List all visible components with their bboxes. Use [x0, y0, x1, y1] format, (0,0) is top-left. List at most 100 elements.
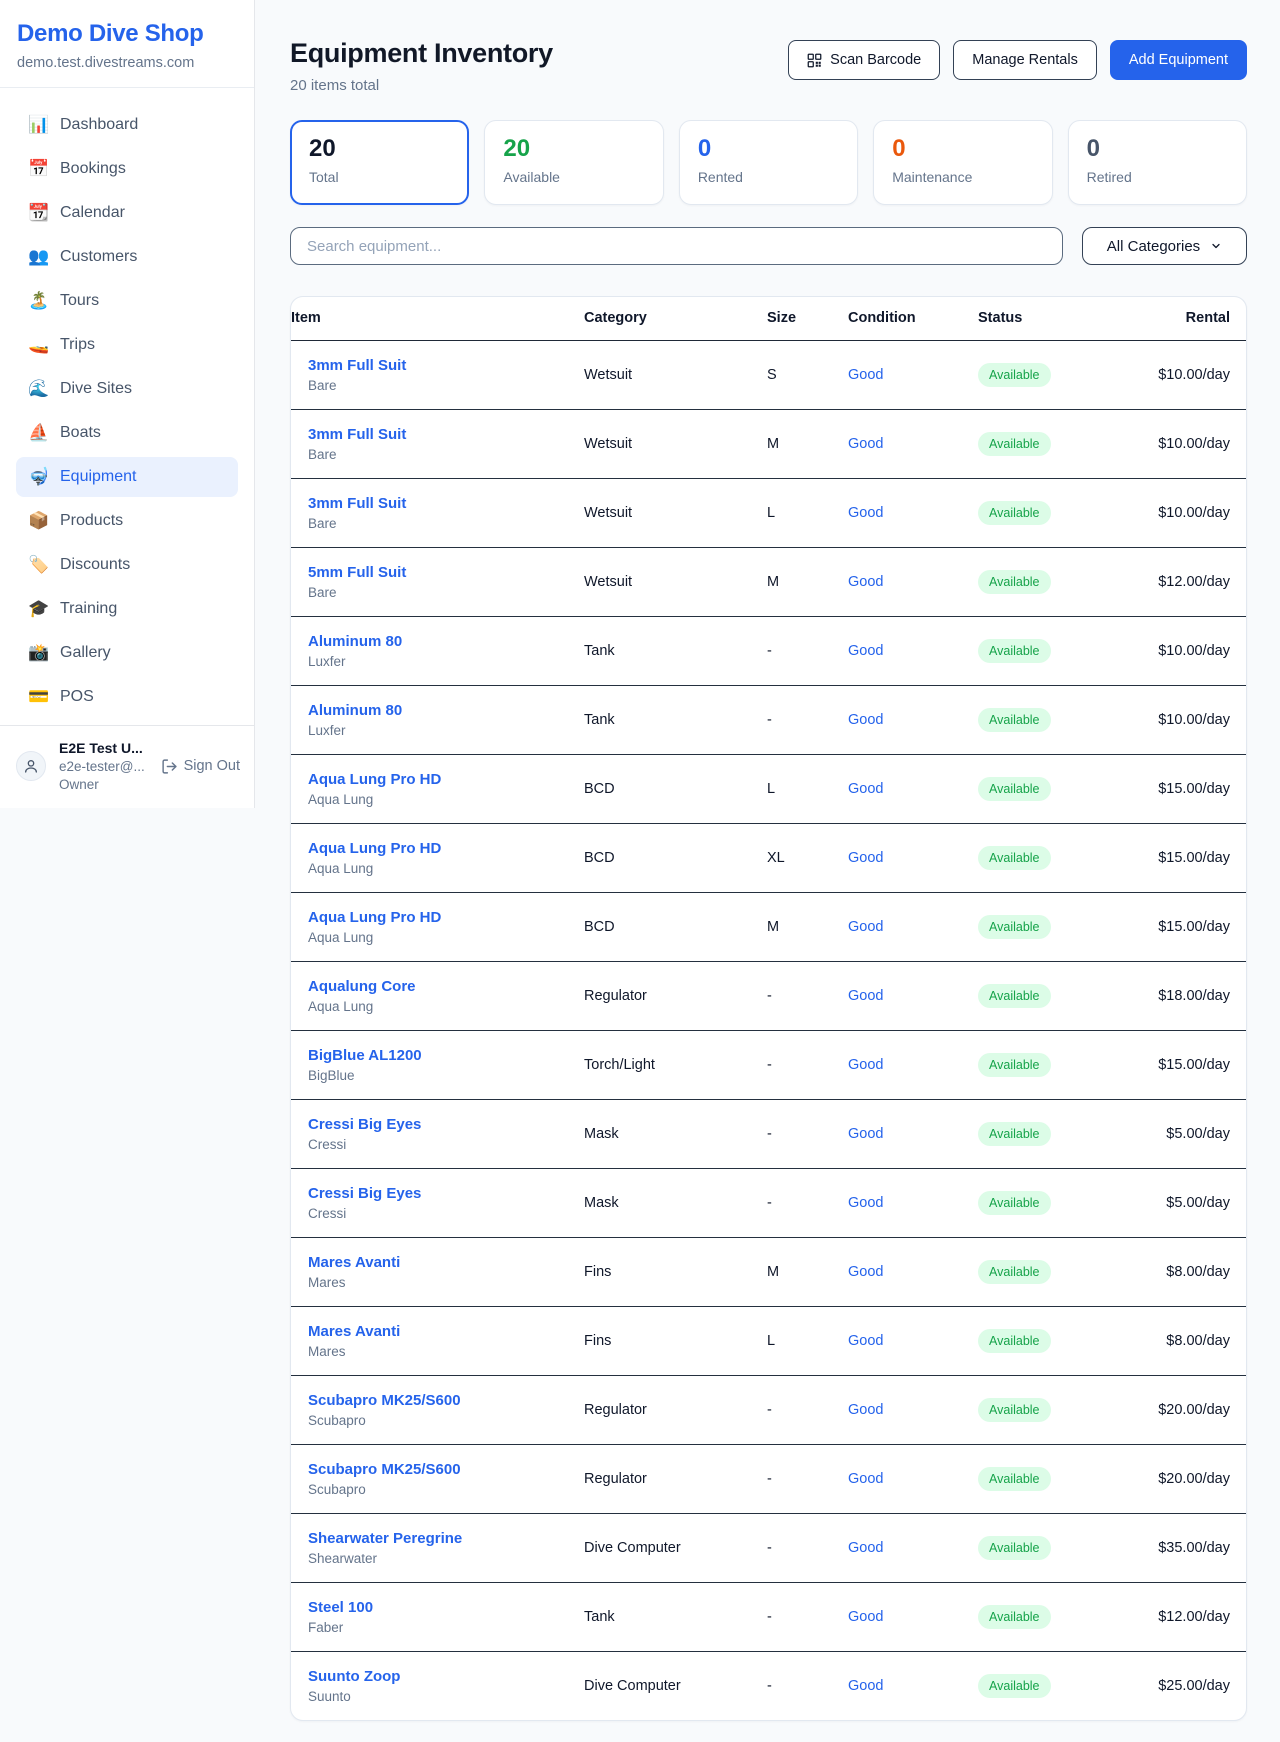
- sidebar-item-tours[interactable]: 🏝️ Tours: [16, 281, 238, 321]
- table-row-mares-avanti[interactable]: Mares Avanti Mares Fins M Good Available…: [291, 1237, 1246, 1306]
- sidebar-item-dive-sites[interactable]: 🌊 Dive Sites: [16, 369, 238, 409]
- condition-link[interactable]: Good: [848, 1333, 883, 1349]
- sidebar-item-calendar[interactable]: 📆 Calendar: [16, 193, 238, 233]
- sidebar: Demo Dive Shop demo.test.divestreams.com…: [0, 0, 255, 808]
- stat-card-total[interactable]: 20 Total: [290, 120, 469, 205]
- table-row-aqua-lung-pro-hd[interactable]: Aqua Lung Pro HD Aqua Lung BCD M Good Av…: [291, 892, 1246, 961]
- table-row-aqualung-core[interactable]: Aqualung Core Aqua Lung Regulator - Good…: [291, 961, 1246, 1030]
- table-row-suunto-zoop[interactable]: Suunto Zoop Suunto Dive Computer - Good …: [291, 1651, 1246, 1720]
- sidebar-item-boats[interactable]: ⛵ Boats: [16, 413, 238, 453]
- table-row-aqua-lung-pro-hd[interactable]: Aqua Lung Pro HD Aqua Lung BCD XL Good A…: [291, 823, 1246, 892]
- table-row-aluminum-80[interactable]: Aluminum 80 Luxfer Tank - Good Available…: [291, 685, 1246, 754]
- stat-card-rented[interactable]: 0 Rented: [679, 120, 858, 205]
- condition-link[interactable]: Good: [848, 1678, 883, 1694]
- nav-item-label: Products: [60, 512, 123, 530]
- item-name-link[interactable]: Mares Avanti: [308, 1323, 584, 1340]
- rental-price: $20.00/day: [1158, 1402, 1230, 1418]
- condition-link[interactable]: Good: [848, 1402, 883, 1418]
- stat-label: Rented: [698, 169, 839, 185]
- item-name-link[interactable]: 3mm Full Suit: [308, 426, 584, 443]
- stat-card-retired[interactable]: 0 Retired: [1068, 120, 1247, 205]
- table-row-cressi-big-eyes[interactable]: Cressi Big Eyes Cressi Mask - Good Avail…: [291, 1099, 1246, 1168]
- table-row-shearwater-peregrine[interactable]: Shearwater Peregrine Shearwater Dive Com…: [291, 1513, 1246, 1582]
- item-name-link[interactable]: Steel 100: [308, 1599, 584, 1616]
- item-size: XL: [767, 823, 848, 892]
- condition-link[interactable]: Good: [848, 643, 883, 659]
- item-name-link[interactable]: Cressi Big Eyes: [308, 1116, 584, 1133]
- table-row-bigblue-al1200[interactable]: BigBlue AL1200 BigBlue Torch/Light - Goo…: [291, 1030, 1246, 1099]
- condition-link[interactable]: Good: [848, 1609, 883, 1625]
- condition-link[interactable]: Good: [848, 988, 883, 1004]
- table-row-cressi-big-eyes[interactable]: Cressi Big Eyes Cressi Mask - Good Avail…: [291, 1168, 1246, 1237]
- table-row-3mm-full-suit[interactable]: 3mm Full Suit Bare Wetsuit L Good Availa…: [291, 478, 1246, 547]
- sidebar-item-discounts[interactable]: 🏷️ Discounts: [16, 545, 238, 585]
- sidebar-item-gallery[interactable]: 📸 Gallery: [16, 633, 238, 673]
- sidebar-item-equipment[interactable]: 🤿 Equipment: [16, 457, 238, 497]
- nav-item-label: Dive Sites: [60, 380, 132, 398]
- condition-link[interactable]: Good: [848, 781, 883, 797]
- search-input[interactable]: [290, 227, 1063, 265]
- item-name-link[interactable]: Cressi Big Eyes: [308, 1185, 584, 1202]
- item-name-link[interactable]: Aqualung Core: [308, 978, 584, 995]
- manage-rentals-button[interactable]: Manage Rentals: [953, 40, 1097, 80]
- condition-link[interactable]: Good: [848, 850, 883, 866]
- add-equipment-button[interactable]: Add Equipment: [1110, 40, 1247, 80]
- item-name-link[interactable]: Mares Avanti: [308, 1254, 584, 1271]
- condition-link[interactable]: Good: [848, 1057, 883, 1073]
- table-row-3mm-full-suit[interactable]: 3mm Full Suit Bare Wetsuit M Good Availa…: [291, 409, 1246, 478]
- stat-card-available[interactable]: 20 Available: [484, 120, 663, 205]
- sidebar-item-dashboard[interactable]: 📊 Dashboard: [16, 105, 238, 145]
- table-row-mares-avanti[interactable]: Mares Avanti Mares Fins L Good Available…: [291, 1306, 1246, 1375]
- condition-link[interactable]: Good: [848, 367, 883, 383]
- item-size: L: [767, 1306, 848, 1375]
- condition-link[interactable]: Good: [848, 1540, 883, 1556]
- item-name-link[interactable]: Aqua Lung Pro HD: [308, 840, 584, 857]
- item-name-link[interactable]: BigBlue AL1200: [308, 1047, 584, 1064]
- sidebar-item-products[interactable]: 📦 Products: [16, 501, 238, 541]
- condition-link[interactable]: Good: [848, 1195, 883, 1211]
- stat-value: 0: [892, 136, 1033, 162]
- condition-link[interactable]: Good: [848, 574, 883, 590]
- nav-item-label: POS: [60, 688, 94, 706]
- table-row-steel-100[interactable]: Steel 100 Faber Tank - Good Available $1…: [291, 1582, 1246, 1651]
- sidebar-item-bookings[interactable]: 📅 Bookings: [16, 149, 238, 189]
- item-category: Wetsuit: [584, 547, 767, 616]
- condition-link[interactable]: Good: [848, 436, 883, 452]
- item-category: Wetsuit: [584, 340, 767, 409]
- item-category: Regulator: [584, 1375, 767, 1444]
- item-name-link[interactable]: Scubapro MK25/S600: [308, 1392, 584, 1409]
- rental-price: $12.00/day: [1158, 1609, 1230, 1625]
- sidebar-item-training[interactable]: 🎓 Training: [16, 589, 238, 629]
- table-row-5mm-full-suit[interactable]: 5mm Full Suit Bare Wetsuit M Good Availa…: [291, 547, 1246, 616]
- item-category: BCD: [584, 823, 767, 892]
- condition-link[interactable]: Good: [848, 1471, 883, 1487]
- item-name-link[interactable]: Aqua Lung Pro HD: [308, 909, 584, 926]
- item-name-link[interactable]: Aluminum 80: [308, 633, 584, 650]
- stat-card-maintenance[interactable]: 0 Maintenance: [873, 120, 1052, 205]
- condition-link[interactable]: Good: [848, 1126, 883, 1142]
- table-row-aluminum-80[interactable]: Aluminum 80 Luxfer Tank - Good Available…: [291, 616, 1246, 685]
- item-name-link[interactable]: Aluminum 80: [308, 702, 584, 719]
- category-select[interactable]: All Categories: [1082, 227, 1247, 265]
- item-name-link[interactable]: Aqua Lung Pro HD: [308, 771, 584, 788]
- item-name-link[interactable]: Scubapro MK25/S600: [308, 1461, 584, 1478]
- item-name-link[interactable]: 3mm Full Suit: [308, 357, 584, 374]
- sign-out-button[interactable]: Sign Out: [161, 758, 240, 775]
- sidebar-item-customers[interactable]: 👥 Customers: [16, 237, 238, 277]
- item-name-link[interactable]: 3mm Full Suit: [308, 495, 584, 512]
- table-row-aqua-lung-pro-hd[interactable]: Aqua Lung Pro HD Aqua Lung BCD L Good Av…: [291, 754, 1246, 823]
- item-name-link[interactable]: 5mm Full Suit: [308, 564, 584, 581]
- condition-link[interactable]: Good: [848, 919, 883, 935]
- table-row-3mm-full-suit[interactable]: 3mm Full Suit Bare Wetsuit S Good Availa…: [291, 340, 1246, 409]
- item-name-link[interactable]: Shearwater Peregrine: [308, 1530, 584, 1547]
- condition-link[interactable]: Good: [848, 1264, 883, 1280]
- item-name-link[interactable]: Suunto Zoop: [308, 1668, 584, 1685]
- condition-link[interactable]: Good: [848, 505, 883, 521]
- scan-barcode-button[interactable]: Scan Barcode: [788, 40, 940, 80]
- sidebar-item-trips[interactable]: 🚤 Trips: [16, 325, 238, 365]
- table-row-scubapro-mk25-s600[interactable]: Scubapro MK25/S600 Scubapro Regulator - …: [291, 1444, 1246, 1513]
- sidebar-item-pos[interactable]: 💳 POS: [16, 677, 238, 717]
- table-row-scubapro-mk25-s600[interactable]: Scubapro MK25/S600 Scubapro Regulator - …: [291, 1375, 1246, 1444]
- condition-link[interactable]: Good: [848, 712, 883, 728]
- status-badge: Available: [978, 639, 1051, 663]
